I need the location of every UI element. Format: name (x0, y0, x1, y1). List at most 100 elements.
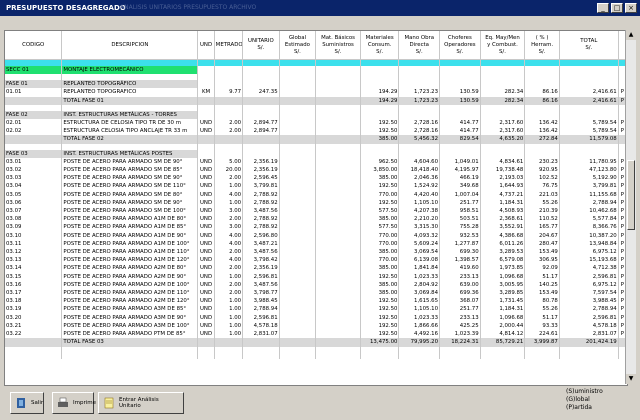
table-row[interactable]: 03.05 POSTE DE ACERO PARA ARMADO SM DE 80… (5, 190, 627, 199)
column-header[interactable]: ( % ) Herram. S/. (524, 31, 560, 60)
table-cell: 2,317.60 (480, 127, 526, 136)
table-row[interactable]: 02.01 ESTRUCTURA DE CELOSIA TIPO TR DE 30… (5, 119, 627, 128)
column-header[interactable]: TOTAL S/. (559, 31, 619, 60)
table-row[interactable]: 03.13 POSTE DE ACERO PARA ARMADO A1M DE 1… (5, 256, 627, 265)
total-row[interactable]: TOTAL FASE 02 385.00 5,456.32 829.54 4,635.2… (5, 135, 627, 144)
table-row[interactable]: 03.20 POSTE DE ACERO PARA ARMADO A3M DE 9… (5, 313, 627, 322)
table-cell: 4,508.93 (480, 207, 526, 216)
table-cell: UND (197, 215, 215, 224)
table-row[interactable]: 03.03 POSTE DE ACERO PARA ARMADO SM DE 90… (5, 174, 627, 183)
table-cell: POSTE DE ACERO PARA ARMADO SM DE 80° (61, 190, 199, 199)
table-row[interactable]: 03.19 POSTE DE ACERO PARA ARMADO A3M DE 8… (5, 305, 627, 314)
scroll-down-icon[interactable]: ▼ (626, 374, 636, 384)
table-row[interactable]: 02.02 ESTRUCTURA CELOSIA TIPO ANCLAJE TR … (5, 127, 627, 136)
table-row[interactable]: 03.22 POSTE DE ACERO PARA ARMADO PTM DE 8… (5, 330, 627, 339)
table-cell: INST. ESTRUCTURAS METÁLICAS POSTES (61, 149, 199, 158)
column-header[interactable]: DESCRIPCION (61, 31, 199, 60)
column-header[interactable]: Choferes Operadores S/. (439, 31, 481, 60)
table-cell: UND (197, 174, 215, 183)
table-cell: 55.26 (524, 198, 560, 208)
table-row[interactable]: 03.06 POSTE DE ACERO PARA ARMADO SM DE 90… (5, 198, 627, 208)
table-cell (279, 157, 317, 167)
table-row[interactable]: 03.08 POSTE DE ACERO PARA ARMADO A1M DE 8… (5, 215, 627, 224)
table-cell: POSTE DE ACERO PARA ARMADO A2M DE 110° (61, 289, 199, 298)
table-row[interactable]: 03.07 POSTE DE ACERO PARA ARMADO SM DE 10… (5, 207, 627, 216)
table-cell: 5,192.90 (559, 174, 619, 183)
table-row[interactable]: 03.17 POSTE DE ACERO PARA ARMADO A2M DE 1… (5, 289, 627, 298)
table-row[interactable]: 03.14 POSTE DE ACERO PARA ARMADO A2M DE 8… (5, 264, 627, 273)
table-cell: 5,789.54 (559, 119, 619, 128)
table-row[interactable]: 03.11 POSTE DE ACERO PARA ARMADO A1M DE 1… (5, 239, 627, 249)
table-row[interactable]: 03.21 POSTE DE ACERO PARA ARMADO A3M DE 1… (5, 321, 627, 331)
table-cell (279, 223, 317, 232)
table-row[interactable]: 03.16 POSTE DE ACERO PARA ARMADO A2M DE 1… (5, 280, 627, 290)
table-row[interactable]: 03.18 POSTE DE ACERO PARA ARMADO A2M DE 1… (5, 297, 627, 306)
table-cell: 282.34 (480, 96, 526, 105)
table-cell (279, 198, 317, 208)
table-cell (197, 352, 215, 359)
table-cell: 1,049.01 (439, 157, 481, 167)
table-cell: 1,723.23 (398, 96, 441, 105)
table-cell: POSTE DE ACERO PARA ARMADO A3M DE 90° (61, 313, 199, 322)
phase-row[interactable]: FASE 02 INST. ESTRUCTURAS METÁLICAS - TOR… (5, 110, 627, 120)
table-row[interactable]: 03.01 POSTE DE ACERO PARA ARMADO SM DE 90… (5, 157, 627, 167)
table-cell: 3,487.21 (242, 239, 280, 249)
scroll-up-icon[interactable]: ▲ (626, 30, 636, 40)
column-header[interactable]: METRADO (214, 31, 244, 60)
column-header[interactable]: Eq. May/Men y Combust. S/. (480, 31, 526, 60)
table-cell (524, 80, 560, 89)
column-header[interactable]: Materiales Consum. S/. (360, 31, 400, 60)
table-cell: 2,596.81 (242, 272, 280, 281)
table-cell: 03.02 (5, 166, 63, 175)
table-cell: TOTAL FASE 02 (61, 135, 199, 144)
vertical-scrollbar[interactable]: ▲ ▼ (625, 30, 636, 384)
table-row[interactable]: 03.15 POSTE DE ACERO PARA ARMADO A2M DE 9… (5, 272, 627, 281)
table-cell (279, 135, 317, 144)
table-row[interactable]: 03.04 POSTE DE ACERO PARA ARMADO SM DE 11… (5, 182, 627, 191)
scroll-thumb[interactable] (627, 160, 635, 230)
table-cell (279, 174, 317, 183)
salir-button[interactable]: Salir (10, 392, 44, 414)
table-cell: 247.35 (242, 88, 280, 97)
table-cell: 2.00 (214, 174, 244, 183)
column-header[interactable]: UND (197, 31, 215, 60)
table-row[interactable]: 03.10 POSTE DE ACERO PARA ARMADO A1M DE 9… (5, 231, 627, 240)
table-cell (360, 352, 400, 359)
table-cell: 3,487.56 (242, 248, 280, 257)
phase-row[interactable]: FASE 03 INST. ESTRUCTURAS METÁLICAS POSTE… (5, 149, 627, 158)
column-header[interactable]: Mano Obra Directa S/. (398, 31, 441, 60)
section-row[interactable]: SECC 01 MONTAJE ELECTROMECÁNICO (5, 66, 627, 75)
table-cell: 2.00 (214, 280, 244, 290)
table-cell (279, 321, 317, 331)
phase-row[interactable]: FASE 01 REPLANTEO TOPOGRÁFICO (5, 80, 627, 89)
table-cell (315, 215, 361, 224)
table-cell: 5.00 (214, 157, 244, 167)
table-row[interactable]: 01.01 REPLANTEO TOPOGRAFICO KM 9.77 247.35 19… (5, 88, 627, 97)
table-cell (524, 66, 560, 75)
table-cell (524, 149, 560, 158)
table-cell: 4.00 (214, 190, 244, 199)
table-cell: 13,948.84 (559, 239, 619, 249)
total-row[interactable]: TOTAL FASE 01 194.29 1,723.23 130.59 282.34 8… (5, 96, 627, 105)
table-cell: UND (197, 256, 215, 265)
budget-grid[interactable]: CODIGO DESCRIPCION UND METRADO UNITARIO S/. G… (4, 30, 628, 386)
close-icon[interactable]: × (625, 3, 637, 13)
table-cell: 1,096.68 (480, 272, 526, 281)
minimize-icon[interactable]: _ (597, 3, 609, 13)
table-cell: 2,596.45 (242, 174, 280, 183)
table-cell: 385.00 (360, 280, 400, 290)
table-cell: 2,596.81 (242, 313, 280, 322)
column-header[interactable]: Global Estimado S/. (279, 31, 317, 60)
table-row[interactable]: 03.09 POSTE DE ACERO PARA ARMADO A1M DE 8… (5, 223, 627, 232)
total-row[interactable]: TOTAL FASE 03 13,475.00 79,995.20 18,224.31… (5, 338, 627, 347)
table-cell: 4.00 (214, 239, 244, 249)
table-cell: 419.60 (439, 264, 481, 273)
column-header[interactable]: Mat. Básicos Suministros S/. (315, 31, 361, 60)
column-header[interactable]: CODIGO (5, 31, 63, 60)
maximize-icon[interactable]: □ (611, 3, 623, 13)
analisis-unitario-button[interactable]: Entrar Análisis Unitario (98, 392, 184, 414)
imprime-button[interactable]: Imprime (52, 392, 96, 414)
table-row[interactable]: 03.12 POSTE DE ACERO PARA ARMADO A1M DE 1… (5, 248, 627, 257)
column-header[interactable]: UNITARIO S/. (242, 31, 280, 60)
table-row[interactable]: 03.02 POSTE DE ACERO PARA ARMADO SM DE 85… (5, 166, 627, 175)
